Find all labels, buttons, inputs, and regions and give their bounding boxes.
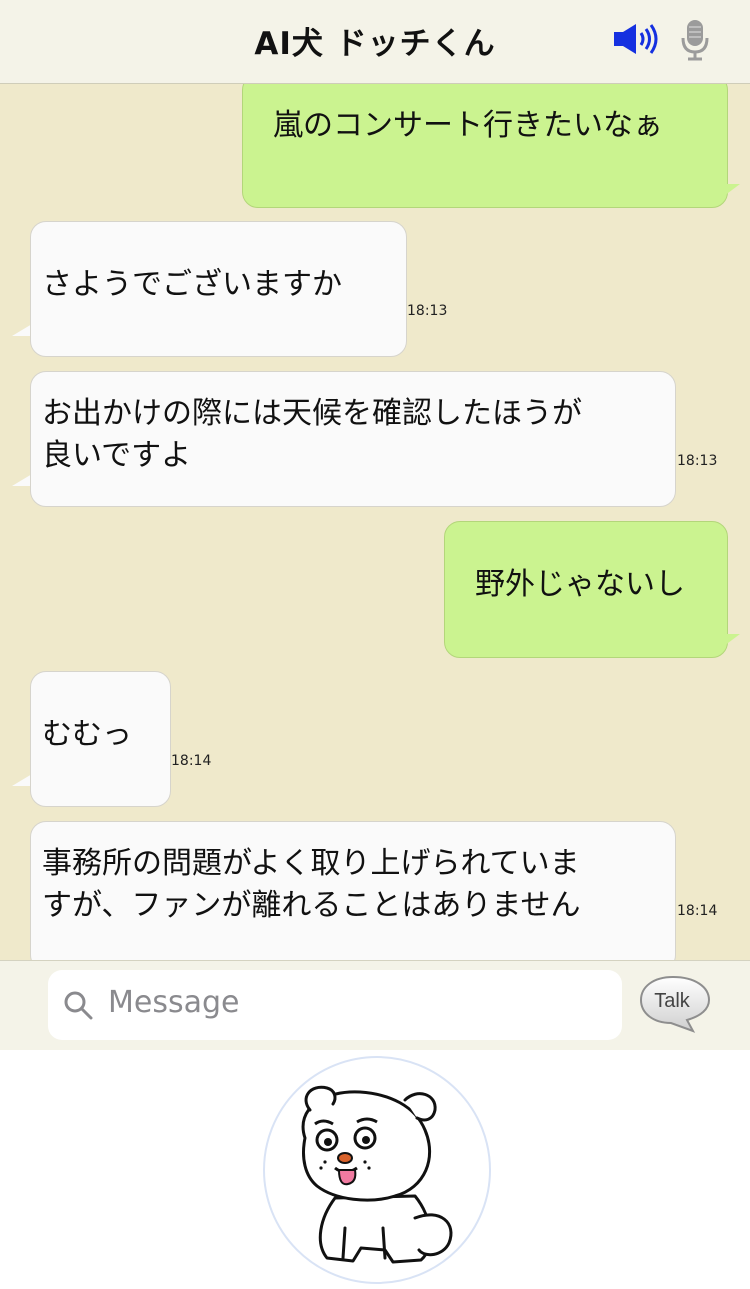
message-time: 18:14 <box>677 903 718 919</box>
message-time: 18:14 <box>171 753 212 769</box>
message-text: むむっ <box>42 717 132 752</box>
mascot-avatar[interactable] <box>263 1056 491 1284</box>
bubble-tail <box>12 474 32 486</box>
search-icon <box>64 991 93 1020</box>
message-text: 事務所の問題がよく取り上げられていま すが、ファンが離れることはありません <box>42 846 581 923</box>
message-bubble-outgoing: 野外じゃないし <box>444 521 728 658</box>
message-bubble-outgoing: 嵐のコンサート行きたいなぁ <box>242 84 728 208</box>
message-text: さようでございますか <box>42 267 342 302</box>
header-bar: AI犬 ドッチくん <box>0 0 750 84</box>
bubble-tail <box>724 634 740 646</box>
message-text: 嵐のコンサート行きたいなぁ <box>273 108 663 143</box>
input-bar: Message Talk <box>0 960 750 1050</box>
bubble-tail <box>724 184 740 196</box>
talk-button[interactable]: Talk <box>637 973 713 1033</box>
message-text: お出かけの際には天候を確認したほうが 良いですよ <box>42 396 582 473</box>
message-time: 18:13 <box>407 303 448 319</box>
message-placeholder: Message <box>108 985 240 1020</box>
message-bubble-incoming: お出かけの際には天候を確認したほうが 良いですよ <box>30 371 676 507</box>
message-time: 18:13 <box>677 453 718 469</box>
message-bubble-incoming: さようでございますか <box>30 221 407 357</box>
microphone-icon[interactable] <box>680 18 710 62</box>
message-bubble-incoming: むむっ <box>30 671 171 807</box>
bubble-tail <box>12 774 32 786</box>
chat-area[interactable]: 嵐のコンサート行きたいなぁ さようでございますか 18:13 お出かけの際には天… <box>0 84 750 960</box>
bubble-tail <box>12 324 32 336</box>
mascot-area <box>0 1050 750 1289</box>
message-bubble-incoming: 事務所の問題がよく取り上げられていま すが、ファンが離れることはありません <box>30 821 676 960</box>
message-text: 野外じゃないし <box>475 567 685 602</box>
speaker-icon[interactable] <box>612 22 662 56</box>
talk-label: Talk <box>654 990 691 1012</box>
dog-mascot-icon <box>301 1085 453 1264</box>
message-input[interactable]: Message <box>48 970 622 1040</box>
